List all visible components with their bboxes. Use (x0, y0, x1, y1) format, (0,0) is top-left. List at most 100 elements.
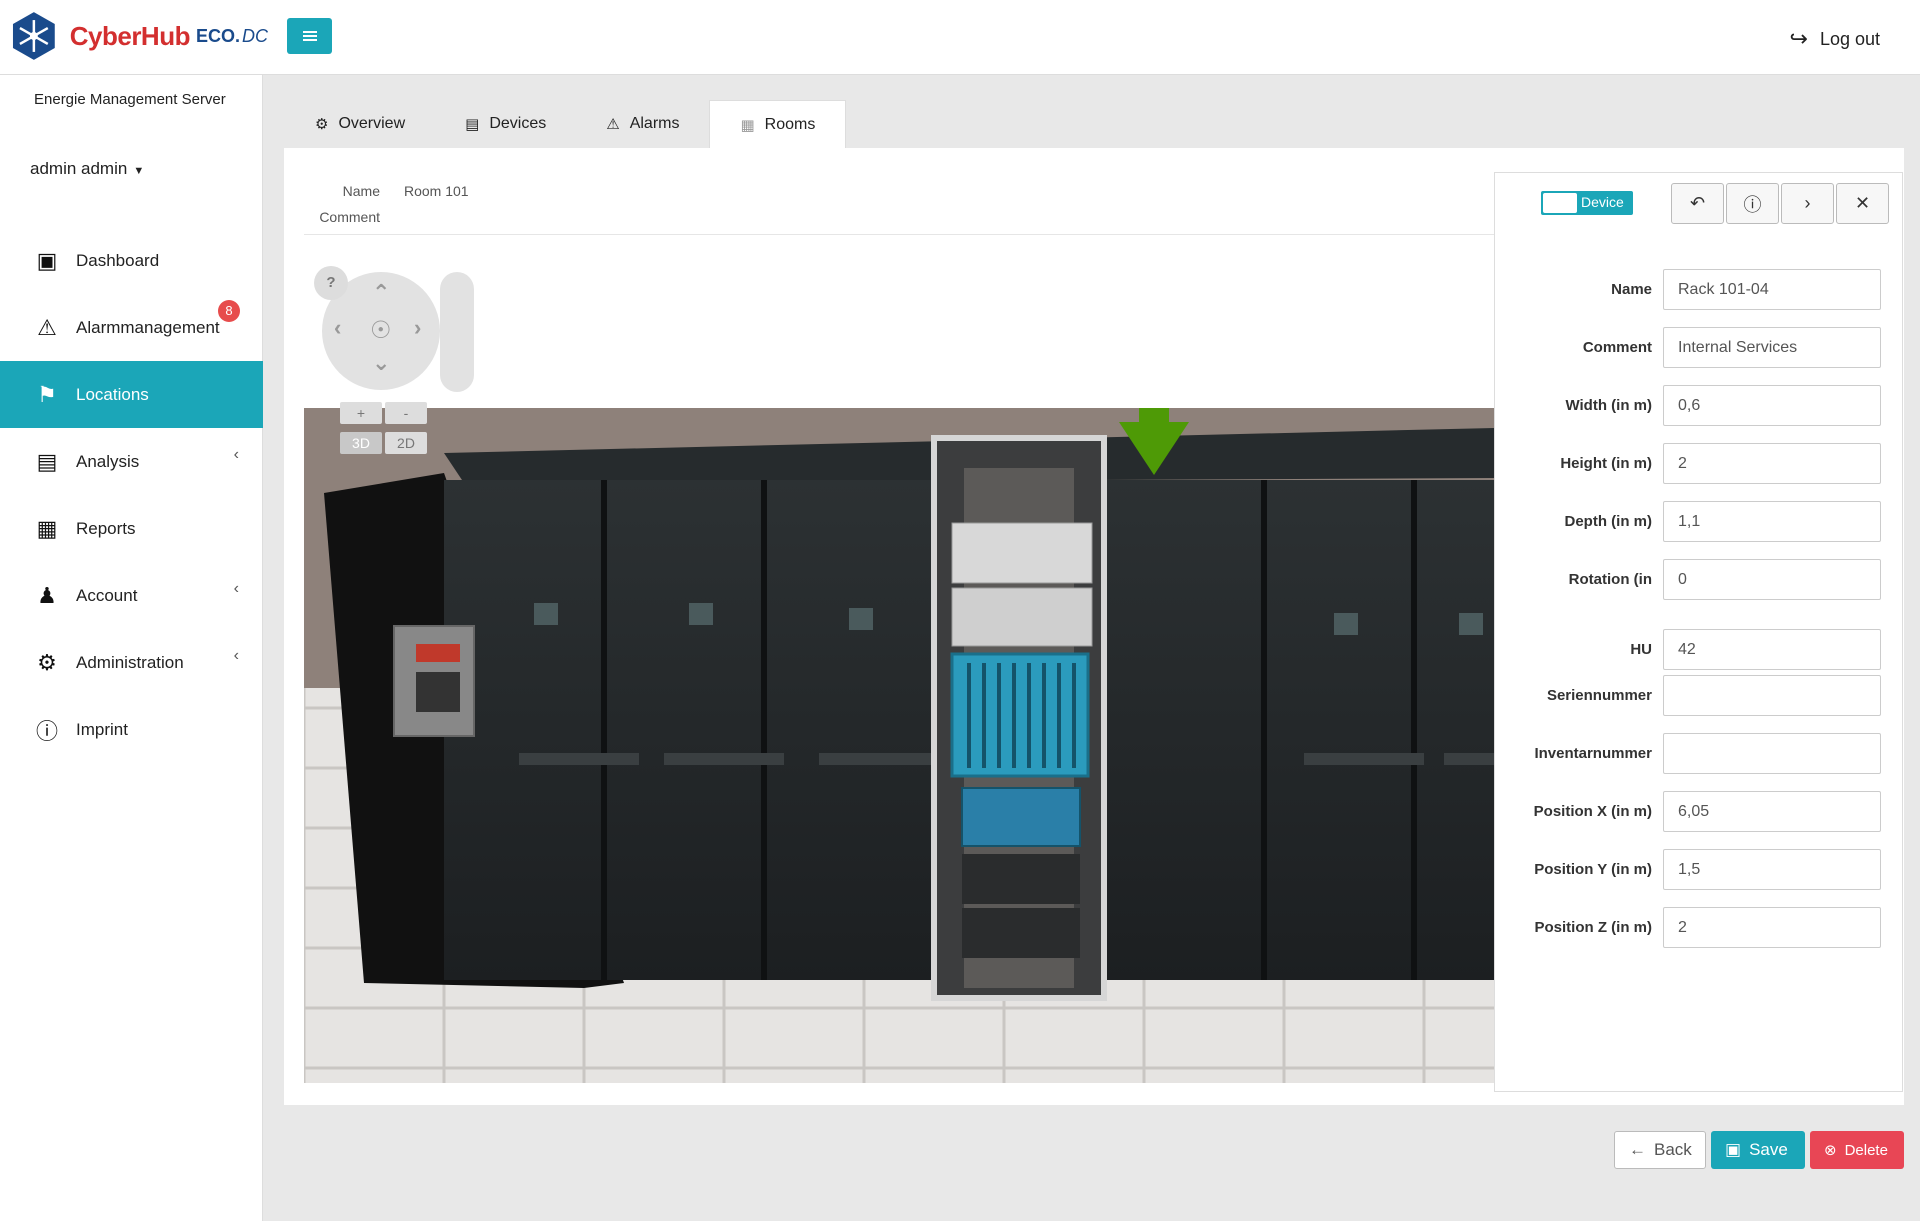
position-x-input[interactable]: 6,05 (1663, 791, 1881, 832)
cyberhub-logo-icon (12, 12, 55, 60)
sidebar-item-account[interactable]: ♟ Account ‹ (0, 562, 263, 629)
zoom-controls: + - (340, 402, 427, 424)
undo-button[interactable]: ↶ (1671, 183, 1724, 224)
room-3d-viewer[interactable] (304, 408, 1494, 1083)
reply-icon: ↶ (1689, 193, 1706, 213)
sidebar-item-locations[interactable]: ⚑ Locations (0, 361, 263, 428)
caret-down-icon: ▼ (133, 165, 145, 177)
hamburger-icon (302, 31, 317, 41)
sidebar-item-analysis[interactable]: ▤ Analysis ‹ (0, 428, 263, 495)
back-button[interactable]: ← Back (1614, 1131, 1706, 1169)
user-tie-icon: ♟ (37, 582, 57, 608)
sidebar-item-imprint[interactable]: ⓘ Imprint (0, 696, 263, 763)
mode-2d-button[interactable]: 2D (385, 432, 427, 454)
save-button[interactable]: ▣ Save (1711, 1131, 1805, 1169)
info-button[interactable]: ⓘ (1726, 183, 1779, 224)
tab-overview[interactable]: ⚙ Overview (285, 100, 435, 148)
dashboard-icon: ▣ (36, 247, 58, 273)
field-label: Comment (1582, 339, 1652, 356)
back-label: Back (1654, 1140, 1692, 1159)
seriennummer-input[interactable] (1663, 675, 1881, 716)
field-row-depth: Depth (in m) 1,1 (1495, 501, 1904, 543)
device-toggle[interactable]: Device (1541, 191, 1633, 215)
field-row-hu: HU 42 (1495, 629, 1904, 671)
arrow-up-icon[interactable]: ⌃ (372, 280, 390, 306)
toggle-knob (1543, 193, 1577, 213)
depth-input[interactable]: 1,1 (1663, 501, 1881, 542)
menu-toggle-button[interactable] (287, 18, 332, 54)
field-label: Depth (in m) (1564, 513, 1653, 530)
device-detail-panel: Device ↶ ⓘ › ✕ Name Rack 101-04 Comment … (1494, 172, 1903, 1092)
sidebar-item-reports[interactable]: ▦ Reports (0, 495, 263, 562)
rotation-input[interactable]: 0 (1663, 559, 1881, 600)
inventarnummer-input[interactable] (1663, 733, 1881, 774)
user-menu[interactable]: admin admin ▼ (30, 159, 144, 179)
bar-chart-icon: ▤ (36, 448, 58, 474)
sidebar-item-label: Account (76, 585, 138, 605)
arrow-left-icon: ← (1629, 1140, 1646, 1159)
sidebar-item-label: Imprint (76, 719, 128, 739)
tab-alarms[interactable]: ⚠ Alarms (576, 100, 709, 148)
next-button[interactable]: › (1781, 183, 1834, 224)
position-y-input[interactable]: 1,5 (1663, 849, 1881, 890)
width-input[interactable]: 0,6 (1663, 385, 1881, 426)
tilt-control[interactable] (440, 272, 474, 392)
arrow-right-icon[interactable]: › (414, 315, 421, 341)
delete-button[interactable]: ⊗ Delete (1810, 1131, 1904, 1169)
sidebar: Energie Management Server admin admin ▼ ▣… (0, 75, 263, 1221)
field-label: Position X (in m) (1533, 803, 1652, 820)
room-icon: ▦ (740, 116, 755, 134)
chevron-left-icon: ‹ (233, 446, 239, 463)
help-button[interactable]: ? (314, 266, 348, 300)
hu-input[interactable]: 42 (1663, 629, 1881, 670)
info-circle-icon: ⓘ (35, 718, 58, 744)
sidebar-item-dashboard[interactable]: ▣ Dashboard (0, 227, 263, 294)
chevron-right-icon: › (1804, 193, 1811, 213)
sidebar-nav: ▣ Dashboard ⚠ Alarmmanagement 8 ⚑ Locati… (0, 227, 263, 763)
field-row-rotation: Rotation (in 0 (1495, 559, 1904, 601)
sidebar-item-label: Alarmmanagement (76, 317, 220, 337)
sidebar-item-alarmmanagement[interactable]: ⚠ Alarmmanagement 8 (0, 294, 263, 361)
tab-label: Overview (338, 115, 406, 132)
view-mode-controls: 3D 2D (340, 432, 427, 454)
tab-devices[interactable]: ▤ Devices (435, 100, 576, 148)
close-button[interactable]: ✕ (1836, 183, 1889, 224)
comment-input[interactable]: Internal Services (1663, 327, 1881, 368)
logout-button[interactable]: ↪ Log out (1790, 26, 1881, 52)
field-row-position-x: Position X (in m) 6,05 (1495, 791, 1904, 833)
reports-icon: ▦ (36, 515, 58, 541)
sidebar-item-label: Locations (76, 384, 149, 404)
tab-rooms[interactable]: ▦ Rooms (709, 100, 847, 148)
save-label: Save (1749, 1140, 1788, 1159)
gear-icon: ⚙ (315, 116, 329, 133)
sidebar-item-administration[interactable]: ⚙ Administration ‹ (0, 629, 263, 696)
form-actions: ← Back ▣ Save ⊗ Delete (1614, 1131, 1904, 1169)
field-label: Seriennummer (1546, 687, 1652, 704)
field-row-height: Height (in m) 2 (1495, 443, 1904, 485)
brand-eco: ECO. (195, 25, 240, 46)
height-input[interactable]: 2 (1663, 443, 1881, 484)
sidebar-item-label: Administration (76, 652, 184, 672)
field-label: Position Z (in m) (1534, 919, 1653, 936)
room-info: Name Room 101 Comment (314, 178, 468, 230)
mode-3d-button[interactable]: 3D (340, 432, 382, 454)
field-label: Inventarnummer (1534, 745, 1652, 762)
divider (304, 234, 1494, 235)
delete-label: Delete (1844, 1141, 1888, 1159)
arrow-left-icon[interactable]: ‹ (334, 315, 341, 341)
app-logo[interactable]: CyberHub ECO. DC (8, 6, 268, 66)
arrow-down-icon[interactable]: ⌄ (372, 350, 390, 376)
position-z-input[interactable]: 2 (1663, 907, 1881, 948)
room-name-label: Name (342, 183, 380, 199)
field-row-position-z: Position Z (in m) 2 (1495, 907, 1904, 949)
zoom-in-button[interactable]: + (340, 402, 382, 424)
name-input[interactable]: Rack 101-04 (1663, 269, 1881, 310)
server-icon: ▤ (465, 116, 480, 133)
tab-label: Devices (489, 115, 547, 132)
zoom-out-button[interactable]: - (385, 402, 427, 424)
field-label: Height (in m) (1560, 455, 1652, 472)
field-row-inventarnummer: Inventarnummer (1495, 733, 1904, 775)
center-target-icon[interactable]: ☉ (370, 316, 392, 345)
brand-dc: DC (242, 25, 268, 46)
room-comment-label: Comment (319, 209, 380, 225)
